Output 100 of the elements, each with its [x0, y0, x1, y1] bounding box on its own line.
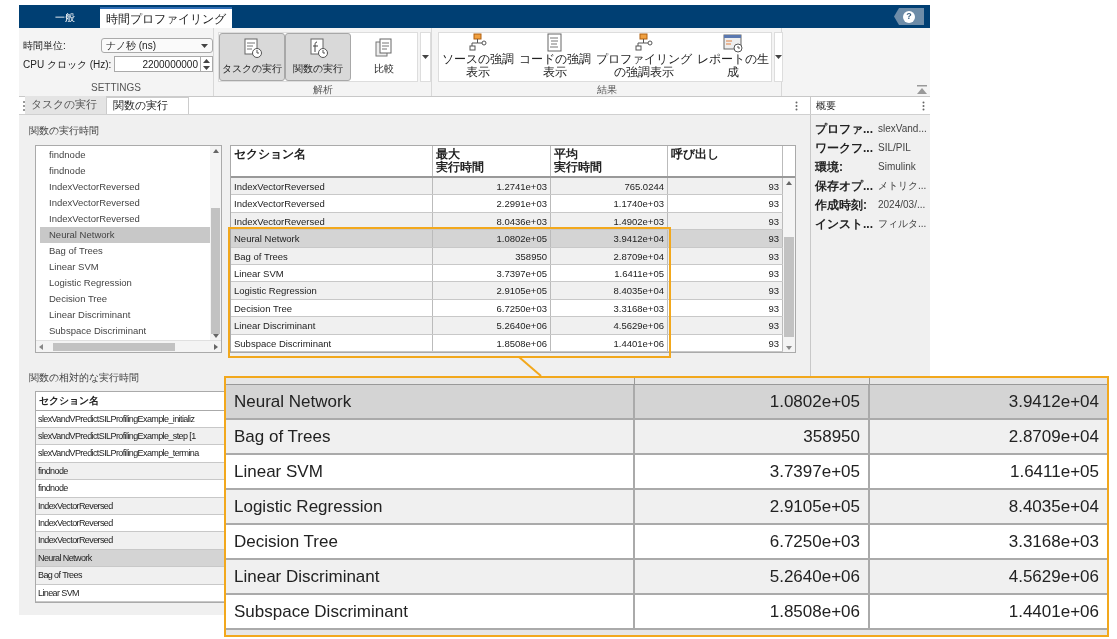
- more-options-icon[interactable]: [922, 100, 925, 111]
- time-unit-dropdown[interactable]: ナノ秒 (ns): [101, 38, 213, 53]
- property-value: フィルタ...: [878, 217, 927, 231]
- column-header[interactable]: 最大 実行時間: [433, 146, 551, 176]
- property-value: SIL/PIL: [878, 141, 911, 155]
- ribbon-tab[interactable]: 時間プロファイリング: [100, 7, 232, 28]
- table-cell: 6.7250e+03: [635, 525, 870, 558]
- list-item[interactable]: Logistic Regression: [40, 275, 210, 291]
- table-cell: Subspace Discriminant: [226, 595, 635, 628]
- section-title: 関数の相対的な実行時間: [29, 371, 140, 385]
- list-item[interactable]: IndexVectorReversed: [40, 211, 210, 227]
- document-clock-icon: [242, 38, 262, 58]
- scrollbar[interactable]: [210, 146, 221, 340]
- list-item[interactable]: IndexVectorReversed: [40, 195, 210, 211]
- table-row[interactable]: Linear Discriminant 5.2640e+06 4.5629e+06 93: [231, 317, 783, 335]
- cpu-clock-field[interactable]: 2200000000: [114, 56, 201, 72]
- table-cell-text: 1.4401e+06: [1007, 601, 1100, 623]
- table-cell: 3.7397e+05: [635, 455, 870, 488]
- up-arrow-icon: [203, 58, 210, 63]
- property-value: slexVand...: [878, 122, 927, 136]
- table-cell: 1.1740e+03: [551, 195, 668, 212]
- ribbon-button[interactable]: レポートの生成: [694, 33, 771, 81]
- list-item[interactable]: IndexVectorReversed: [40, 179, 210, 195]
- table-cell: 3.3168e+03: [551, 299, 668, 317]
- column-header[interactable]: セクション名: [231, 146, 433, 176]
- table-cell: 765.0244: [551, 178, 668, 195]
- down-arrow-icon: [212, 334, 219, 338]
- column-header[interactable]: セクション名: [39, 393, 99, 409]
- section-label: 結果: [595, 83, 618, 97]
- table-cell: Decision Tree: [231, 299, 433, 317]
- table-cell: 1.6411e+05: [551, 264, 668, 282]
- table-cell: 3.7397e+05: [433, 264, 551, 282]
- list-item[interactable]: findnode: [40, 163, 210, 179]
- table-row[interactable]: Logistic Regression 2.9105e+05 8.4035e+04 93: [231, 282, 783, 300]
- scrollbar[interactable]: [783, 178, 795, 352]
- table-cell: Neural Network: [231, 230, 433, 247]
- ribbon-tab[interactable]: 一般: [30, 7, 100, 28]
- dropdown-button[interactable]: [420, 32, 431, 82]
- column-header[interactable]: 呼び出し: [668, 146, 783, 176]
- ribbon-button[interactable]: コードの強調表示: [516, 33, 593, 81]
- list-item[interactable]: Linear Discriminant: [40, 307, 210, 323]
- panel-title: 概要: [816, 99, 837, 113]
- ribbon-button[interactable]: プロファイリングの強調表示: [593, 33, 694, 81]
- table-cell: Logistic Regression: [231, 282, 433, 299]
- caret-icon: [775, 55, 782, 59]
- table-cell: Bag of Trees: [36, 567, 225, 585]
- right-arrow-icon: [214, 343, 218, 350]
- left-arrow-icon: [39, 343, 43, 350]
- list-item[interactable]: Bag of Trees: [40, 243, 210, 259]
- dropdown-button[interactable]: [774, 32, 783, 82]
- list-item[interactable]: findnode: [40, 147, 210, 163]
- property-value: 2024/03/...: [878, 198, 926, 212]
- column-header[interactable]: 平均 実行時間: [551, 146, 668, 176]
- property-name: 保存オプ...: [815, 177, 874, 195]
- scrollbar[interactable]: [36, 340, 221, 352]
- documents-icon: [374, 38, 394, 58]
- table-cell: 1.8508e+06: [635, 595, 870, 628]
- table-cell-text: 1.6411e+05: [1008, 461, 1100, 483]
- table-cell-text: 4.5629e+06: [1007, 566, 1100, 588]
- table-cell: 8.4035e+04: [551, 282, 668, 299]
- spinner-control[interactable]: [201, 56, 213, 72]
- list-item[interactable]: Decision Tree: [40, 291, 210, 307]
- field-label: 時間単位:: [23, 39, 67, 53]
- table-cell: Neural Network: [226, 385, 635, 418]
- table-cell: slexVandVPredictSILProfilingExample_step [1: [36, 428, 225, 446]
- down-arrow-icon: [786, 346, 792, 350]
- table-cell: Subspace Discriminant: [231, 334, 433, 351]
- table-cell: Linear Discriminant: [226, 560, 635, 593]
- list-item[interactable]: Subspace Discriminant: [40, 323, 210, 339]
- table-cell: Logistic Regression: [226, 490, 635, 523]
- table-row[interactable]: Neural Network 1.0802e+05 3.9412e+04 93: [231, 230, 783, 248]
- caret-icon: [422, 55, 429, 59]
- document-tab[interactable]: タスクの実行: [25, 96, 107, 114]
- table-cell: 5.2640e+06: [433, 317, 551, 334]
- table-cell: 3.9412e+04: [551, 230, 668, 247]
- table-cell: 4.5629e+06: [551, 317, 668, 334]
- table-cell-text: 8.4035e+04: [1007, 496, 1100, 518]
- table-row[interactable]: IndexVectorReversed 2.2991e+03 1.1740e+03 93: [231, 195, 783, 213]
- help-button[interactable]: ?: [894, 8, 924, 25]
- ribbon-button[interactable]: ソースの強調表示: [439, 33, 516, 81]
- table-cell: 1.8508e+06: [433, 334, 551, 351]
- property-value: メトリク...: [878, 179, 927, 193]
- ribbon-button[interactable]: タスクの実行: [219, 33, 285, 81]
- list-item[interactable]: Neural Network: [40, 227, 210, 243]
- table-cell-text: 3.3168e+03: [1007, 531, 1100, 553]
- table-cell: 5.2640e+06: [635, 560, 870, 593]
- collapse-icon[interactable]: [917, 85, 927, 94]
- property-name: 作成時刻:: [815, 196, 868, 214]
- table-cell: 358950: [433, 247, 551, 264]
- table-cell: 1.4902e+03: [551, 212, 668, 230]
- table-cell: 1.2741e+03: [433, 178, 551, 195]
- table-cell: Bag of Trees: [226, 420, 635, 453]
- table-cell: 8.0436e+03: [433, 212, 551, 230]
- table-cell: Linear SVM: [226, 455, 635, 488]
- list-item[interactable]: Linear SVM: [40, 259, 210, 275]
- table-cell: 1.0802e+05: [433, 230, 551, 247]
- ribbon-button[interactable]: 関数の実行: [285, 33, 351, 81]
- table-row[interactable]: IndexVectorReversed 1.2741e+03 765.0244 93: [231, 178, 783, 196]
- document-tab[interactable]: 関数の実行: [107, 96, 189, 114]
- property-name: ワークフ...: [815, 139, 874, 157]
